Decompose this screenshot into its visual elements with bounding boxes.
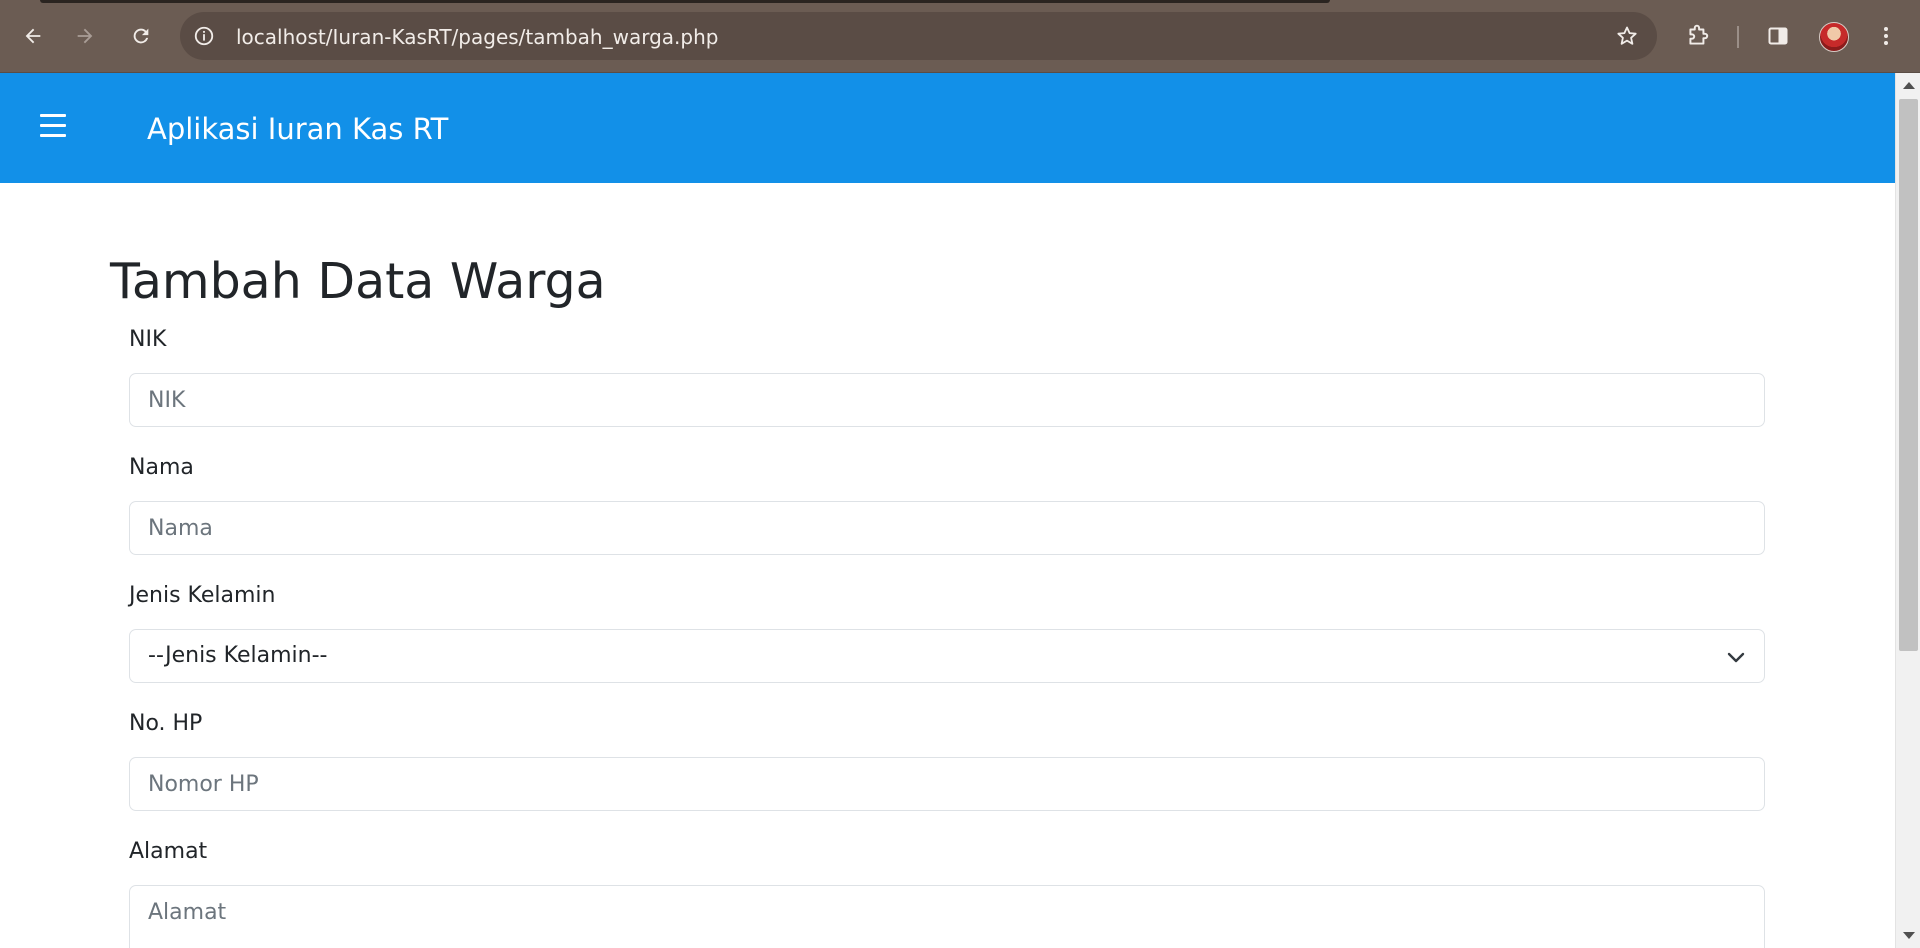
reload-button[interactable] [123,18,159,54]
address-bar[interactable]: localhost/Iuran-KasRT/pages/tambah_warga… [180,12,1657,60]
back-button[interactable] [15,18,51,54]
jenis-kelamin-select[interactable]: --Jenis Kelamin-- [129,629,1765,683]
url-text[interactable]: localhost/Iuran-KasRT/pages/tambah_warga… [236,25,718,49]
bookmark-button[interactable] [1615,24,1639,48]
app-title: Aplikasi Iuran Kas RT [147,112,449,146]
browser-toolbar: localhost/Iuran-KasRT/pages/tambah_warga… [0,0,1920,73]
alamat-label: Alamat [129,839,208,864]
scrollbar-thumb[interactable] [1899,99,1918,651]
page-viewport: Aplikasi Iuran Kas RT Tambah Data Warga … [0,73,1895,948]
info-icon [194,26,214,46]
side-panel-icon [1768,27,1788,45]
forward-button[interactable] [67,18,103,54]
reload-icon [133,28,149,44]
no-hp-input[interactable] [129,757,1765,811]
nama-label: Nama [129,455,194,480]
side-panel-button[interactable] [1762,20,1794,52]
back-arrow-icon [25,28,41,44]
scroll-down-arrow-icon[interactable] [1903,932,1915,939]
extensions-button[interactable] [1682,20,1714,52]
nama-input[interactable] [129,501,1765,555]
browser-menu-button[interactable] [1870,20,1902,52]
star-icon [1617,26,1637,45]
chevron-down-icon [1727,652,1745,663]
jenis-kelamin-label: Jenis Kelamin [129,583,276,608]
site-info-button[interactable] [192,24,216,48]
page-title: Tambah Data Warga [110,253,606,310]
alamat-textarea[interactable] [129,885,1765,948]
app-header: Aplikasi Iuran Kas RT [0,73,1895,183]
toolbar-divider [1737,26,1739,48]
avatar[interactable] [1819,22,1849,52]
page-scrollbar[interactable] [1895,73,1920,948]
nik-input[interactable] [129,373,1765,427]
jenis-kelamin-selected: --Jenis Kelamin-- [148,643,328,668]
hamburger-icon[interactable] [38,111,72,141]
forward-arrow-icon [77,28,93,44]
scroll-up-arrow-icon[interactable] [1903,82,1915,89]
active-tab-edge [40,0,1330,3]
nik-label: NIK [129,327,167,352]
no-hp-label: No. HP [129,711,203,736]
kebab-menu-icon [1884,27,1888,45]
puzzle-icon [1689,24,1709,45]
